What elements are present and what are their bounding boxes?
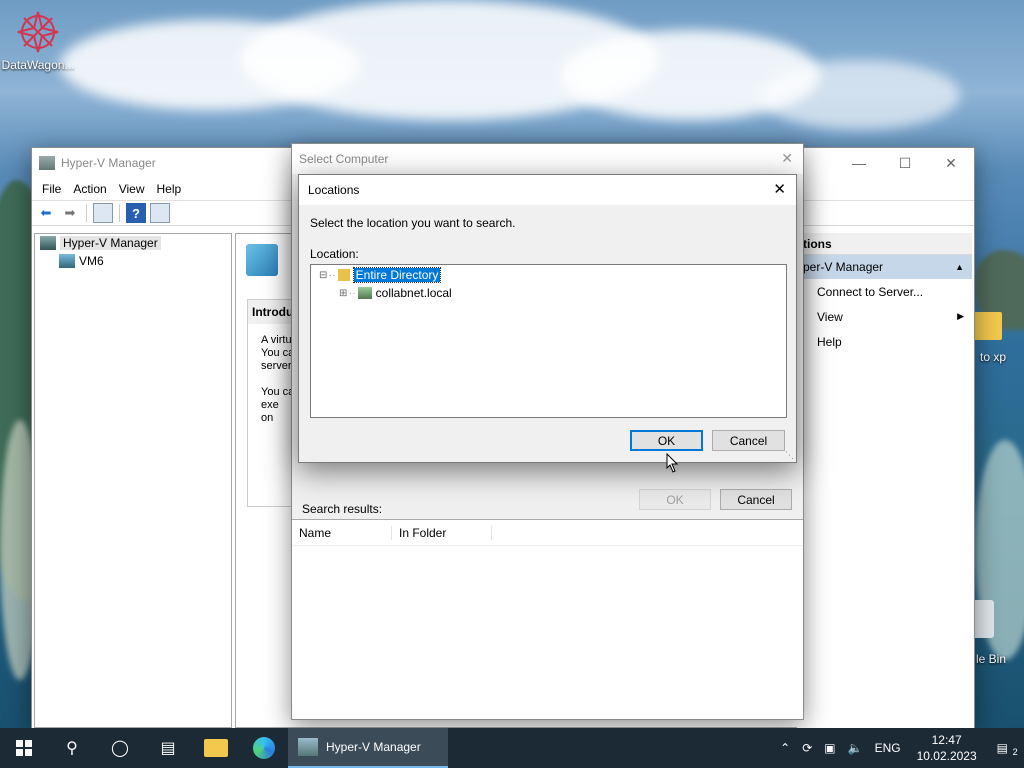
collapse-arrow-icon: ▲ (955, 262, 964, 272)
close-icon[interactable]: ✕ (773, 180, 786, 198)
action-label: Connect to Server... (817, 284, 924, 299)
action-help[interactable]: Help (797, 329, 972, 354)
actions-section-hyperv-manager[interactable]: per-V Manager ▲ (797, 255, 972, 279)
actions-section-label: per-V Manager (803, 260, 884, 274)
select-computer-titlebar: Select Computer ✕ (292, 144, 803, 174)
clock[interactable]: 12:47 10.02.2023 (907, 732, 987, 764)
actions-pane: tions per-V Manager ▲ Connect to Server.… (797, 233, 972, 728)
cancel-button[interactable]: Cancel (720, 489, 792, 510)
taskbar-app-hyperv-manager[interactable]: Hyper-V Manager (288, 728, 448, 768)
locations-titlebar: Locations ✕ (299, 175, 796, 205)
column-header-in-folder[interactable]: In Folder (392, 525, 492, 540)
search-icon[interactable]: ⚲ (48, 728, 96, 768)
menu-file[interactable]: File (36, 182, 67, 196)
taskbar-app-label: Hyper-V Manager (326, 740, 421, 754)
windows-logo-icon (16, 740, 32, 756)
ok-button[interactable]: OK (630, 430, 703, 451)
tree-root-label: Hyper-V Manager (60, 236, 161, 250)
cortana-icon[interactable]: ◯ (96, 728, 144, 768)
window-title: Hyper-V Manager (61, 156, 156, 170)
tree-item-label: collabnet.local (375, 286, 452, 300)
network-icon[interactable]: ▣ (818, 741, 841, 755)
action-label: Help (817, 334, 842, 349)
hyperv-manager-icon (298, 738, 318, 756)
instruction-text: Select the location you want to search. (310, 216, 516, 230)
system-tray: ⌃ ⟳ ▣ 🔈 ENG 12:47 10.02.2023 ▤ 2 (774, 728, 1024, 768)
hyperv-large-icon (246, 244, 278, 276)
desktop-icon-label: to xp (980, 350, 1007, 364)
tree-item-collabnet-local[interactable]: ⊞ ·· collabnet.local (311, 284, 786, 302)
dialog-title: Select Computer (299, 152, 389, 166)
close-button[interactable]: ✕ (928, 148, 974, 178)
recycle-bin-icon (972, 600, 994, 638)
menu-view[interactable]: View (113, 182, 151, 196)
tree-item-label: Entire Directory (352, 267, 442, 283)
search-results-label: Search results: (302, 502, 383, 516)
desktop-icon-label: le Bin (976, 652, 1007, 666)
language-indicator[interactable]: ENG (869, 741, 907, 755)
ok-button[interactable]: OK (639, 489, 711, 510)
cancel-button[interactable]: Cancel (712, 430, 785, 451)
action-view[interactable]: View ▶ (797, 304, 972, 329)
location-tree: ⊟ ·· Entire Directory ⊞ ·· collabnet.loc… (310, 264, 787, 418)
server-icon (59, 254, 75, 268)
task-view-icon[interactable]: ▤ (144, 728, 192, 768)
tree-item-vm6[interactable]: VM6 (35, 252, 231, 270)
hyperv-manager-icon (40, 236, 56, 250)
locations-dialog: Locations ✕ Select the location you want… (298, 174, 797, 463)
minimize-button[interactable]: — (836, 148, 882, 178)
tree-root-hyperv-manager[interactable]: Hyper-V Manager (35, 234, 231, 252)
maximize-button[interactable]: ☐ (882, 148, 928, 178)
expand-box-icon: ⊞ (339, 287, 348, 299)
mouse-cursor-icon (666, 453, 679, 473)
edge-browser-icon[interactable] (240, 728, 288, 768)
forward-arrow-icon[interactable]: ➡ (60, 203, 80, 223)
back-arrow-icon[interactable]: ⬅ (36, 203, 56, 223)
taskbar: ⚲ ◯ ▤ Hyper-V Manager ⌃ ⟳ ▣ 🔈 ENG 12:47 … (0, 728, 1024, 768)
file-explorer-icon[interactable] (192, 728, 240, 768)
action-label: View (817, 309, 843, 324)
domain-icon (357, 287, 372, 299)
dialog-title: Locations (308, 183, 360, 197)
actions-header: tions (797, 233, 972, 255)
directory-icon (337, 269, 350, 281)
search-results-list: Name In Folder (292, 519, 803, 719)
close-icon[interactable]: ✕ (781, 150, 793, 167)
action-connect-to-server[interactable]: Connect to Server... (797, 279, 972, 304)
datawagon-app-icon (14, 8, 62, 56)
show-hide-console-tree-icon[interactable] (93, 203, 113, 223)
notification-center-icon[interactable]: ▤ 2 (987, 741, 1024, 757)
notification-count-badge: 2 (1006, 747, 1024, 757)
folder-icon (972, 312, 1002, 340)
clock-date: 10.02.2023 (916, 749, 977, 763)
desktop-icon-datawagon[interactable]: DataWagon... (0, 8, 76, 72)
menu-help[interactable]: Help (151, 182, 188, 196)
tree-item-entire-directory[interactable]: ⊟ ·· Entire Directory (311, 266, 786, 284)
show-hidden-icons-chevron-icon[interactable]: ⌃ (774, 741, 796, 755)
start-button[interactable] (0, 728, 48, 768)
clock-time: 12:47 (931, 733, 962, 747)
menu-action[interactable]: Action (67, 182, 112, 196)
location-label: Location: (310, 247, 359, 261)
column-header-name[interactable]: Name (292, 525, 392, 540)
desktop-icon-label: DataWagon... (1, 58, 75, 72)
submenu-arrow-icon: ▶ (957, 311, 964, 321)
help-icon[interactable]: ? (126, 203, 146, 223)
show-hide-action-pane-icon[interactable] (150, 203, 170, 223)
hyperv-app-icon (39, 156, 55, 170)
tree-item-label: VM6 (79, 254, 104, 268)
resize-grip-icon[interactable]: ⋱ (785, 450, 794, 461)
collapse-box-icon: ⊟ (319, 269, 328, 281)
console-tree-pane: Hyper-V Manager VM6 (34, 233, 232, 728)
update-status-icon[interactable]: ⟳ (796, 741, 818, 755)
volume-icon[interactable]: 🔈 (842, 741, 869, 755)
